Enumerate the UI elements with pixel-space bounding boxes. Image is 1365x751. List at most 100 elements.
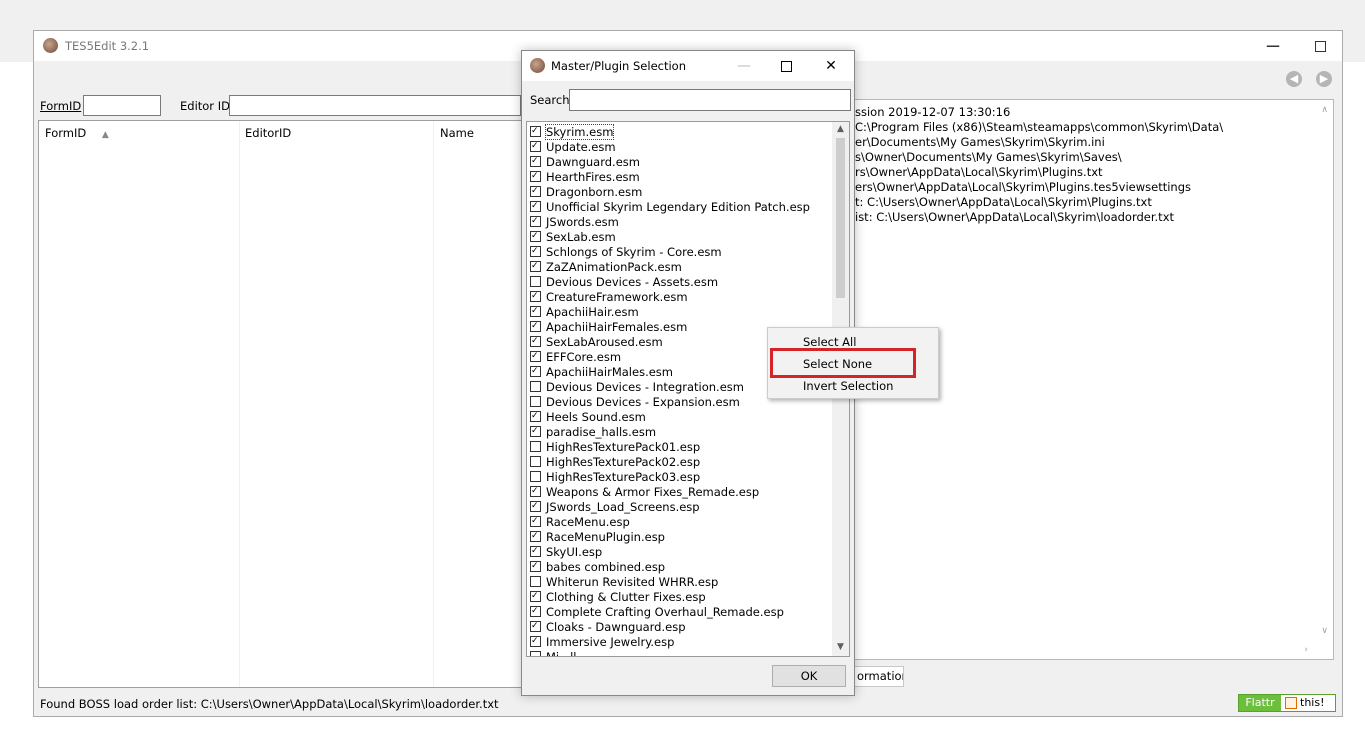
plugin-checkbox[interactable] <box>530 351 541 362</box>
plugin-row[interactable]: ApachiiHair.esm <box>530 305 639 320</box>
plugin-checkbox[interactable] <box>530 201 541 212</box>
forward-icon[interactable]: ▶ <box>1316 71 1332 87</box>
plugin-checkbox[interactable] <box>530 306 541 317</box>
plugin-row[interactable]: ApachiiHairMales.esm <box>530 365 673 380</box>
plugin-row[interactable]: Immersive Jewelry.esp <box>530 635 674 650</box>
column-divider <box>239 121 240 687</box>
tab-information[interactable]: ormation <box>854 666 904 687</box>
plugin-checkbox[interactable] <box>530 441 541 452</box>
plugin-row[interactable]: ApachiiHairFemales.esm <box>530 320 687 335</box>
plugin-checkbox[interactable] <box>530 396 541 407</box>
editorid-input[interactable] <box>229 95 521 116</box>
plugin-row[interactable]: Update.esm <box>530 140 616 155</box>
plugin-row[interactable]: RaceMenuPlugin.esp <box>530 530 665 545</box>
column-name[interactable]: Name <box>440 126 474 140</box>
plugin-checkbox[interactable] <box>530 381 541 392</box>
plugin-row[interactable]: RaceMenu.esp <box>530 515 630 530</box>
plugin-checkbox[interactable] <box>530 516 541 527</box>
plugin-checkbox[interactable] <box>530 186 541 197</box>
plugin-checkbox[interactable] <box>530 636 541 647</box>
plugin-name: ApachiiHairMales.esm <box>546 365 673 379</box>
plugin-checkbox[interactable] <box>530 456 541 467</box>
plugin-row[interactable]: Cloaks - Dawnguard.esp <box>530 620 686 635</box>
plugin-checkbox[interactable] <box>530 651 541 656</box>
plugin-checkbox[interactable] <box>530 486 541 497</box>
close-button[interactable]: ✕ <box>809 53 853 79</box>
plugin-row[interactable]: HighResTexturePack03.esp <box>530 470 700 485</box>
plugin-row[interactable]: SexLabAroused.esm <box>530 335 663 350</box>
records-grid[interactable]: FormID ▲ EditorID Name <box>38 120 535 688</box>
plugin-checkbox[interactable] <box>530 621 541 632</box>
plugin-checkbox[interactable] <box>530 246 541 257</box>
plugin-checkbox[interactable] <box>530 366 541 377</box>
plugin-checkbox[interactable] <box>530 156 541 167</box>
plugin-row[interactable]: CreatureFramework.esm <box>530 290 688 305</box>
plugin-row[interactable]: Unofficial Skyrim Legendary Edition Patc… <box>530 200 810 215</box>
plugin-row[interactable]: HighResTexturePack01.esp <box>530 440 700 455</box>
plugin-checkbox[interactable] <box>530 531 541 542</box>
plugin-checkbox[interactable] <box>530 606 541 617</box>
flattr-button[interactable]: Flattr this! <box>1238 694 1336 712</box>
scroll-up-icon[interactable]: ▲ <box>832 124 849 134</box>
formid-input[interactable] <box>83 95 161 116</box>
plugin-row[interactable]: Devious Devices - Integration.esm <box>530 380 744 395</box>
search-input[interactable] <box>569 89 851 111</box>
plugin-checkbox[interactable] <box>530 171 541 182</box>
plugin-row[interactable]: Dragonborn.esm <box>530 185 642 200</box>
plugin-row[interactable]: babes combined.esp <box>530 560 665 575</box>
column-formid[interactable]: FormID ▲ <box>45 126 109 140</box>
plugin-row[interactable]: Mi...ll... <box>530 650 587 656</box>
scroll-up-icon[interactable]: ∧ <box>1321 105 1328 115</box>
plugin-checkbox[interactable] <box>530 546 541 557</box>
scrollbar-thumb[interactable] <box>836 138 845 298</box>
plugin-checkbox[interactable] <box>530 216 541 227</box>
plugin-row[interactable]: Clothing & Clutter Fixes.esp <box>530 590 706 605</box>
plugin-checkbox[interactable] <box>530 321 541 332</box>
plugin-row[interactable]: JSwords_Load_Screens.esp <box>530 500 700 515</box>
menu-item-invert-selection[interactable]: Invert Selection <box>803 379 893 393</box>
plugin-name: Skyrim.esm <box>544 124 615 140</box>
plugin-row[interactable]: SexLab.esm <box>530 230 616 245</box>
plugin-name: RaceMenu.esp <box>546 515 630 529</box>
plugin-checkbox[interactable] <box>530 291 541 302</box>
plugin-checkbox[interactable] <box>530 591 541 602</box>
plugin-checkbox[interactable] <box>530 501 541 512</box>
plugin-checkbox[interactable] <box>530 561 541 572</box>
plugin-row[interactable]: ZaZAnimationPack.esm <box>530 260 682 275</box>
plugin-row[interactable]: Whiterun Revisited WHRR.esp <box>530 575 718 590</box>
plugin-row[interactable]: HearthFires.esm <box>530 170 640 185</box>
plugin-checkbox[interactable] <box>530 576 541 587</box>
plugin-checkbox[interactable] <box>530 471 541 482</box>
plugin-checkbox[interactable] <box>530 336 541 347</box>
scroll-down-icon[interactable]: ∨ <box>1321 626 1328 636</box>
scroll-down-icon[interactable]: ▼ <box>832 642 849 652</box>
scroll-right-icon[interactable]: › <box>1304 645 1308 655</box>
plugin-row[interactable]: Schlongs of Skyrim - Core.esm <box>530 245 722 260</box>
plugin-row[interactable]: Devious Devices - Assets.esm <box>530 275 718 290</box>
plugin-checkbox[interactable] <box>530 261 541 272</box>
ok-button[interactable]: OK <box>772 665 846 687</box>
plugin-row[interactable]: SkyUI.esp <box>530 545 602 560</box>
plugin-row[interactable]: Devious Devices - Expansion.esm <box>530 395 740 410</box>
column-editorid[interactable]: EditorID <box>245 126 291 140</box>
dialog-titlebar[interactable]: Master/Plugin Selection — ✕ <box>522 51 854 81</box>
plugin-checkbox[interactable] <box>530 141 541 152</box>
plugin-row[interactable]: Weapons & Armor Fixes_Remade.esp <box>530 485 759 500</box>
minimize-button[interactable] <box>1251 33 1297 59</box>
plugin-row[interactable]: Complete Crafting Overhaul_Remade.esp <box>530 605 784 620</box>
plugin-row[interactable]: JSwords.esm <box>530 215 619 230</box>
plugin-checkbox[interactable] <box>530 426 541 437</box>
plugin-row[interactable]: Skyrim.esm <box>530 124 615 140</box>
plugin-row[interactable]: paradise_halls.esm <box>530 425 656 440</box>
plugin-checkbox[interactable] <box>530 126 541 137</box>
plugin-row[interactable]: Dawnguard.esm <box>530 155 640 170</box>
menu-item-select-all[interactable]: Select All <box>803 335 856 349</box>
plugin-row[interactable]: HighResTexturePack02.esp <box>530 455 700 470</box>
plugin-checkbox[interactable] <box>530 411 541 422</box>
plugin-checkbox[interactable] <box>530 276 541 287</box>
plugin-row[interactable]: EFFCore.esm <box>530 350 621 365</box>
plugin-row[interactable]: Heels Sound.esm <box>530 410 646 425</box>
plugin-checkbox[interactable] <box>530 231 541 242</box>
maximize-button[interactable] <box>764 53 808 79</box>
back-icon[interactable]: ◀ <box>1286 71 1302 87</box>
